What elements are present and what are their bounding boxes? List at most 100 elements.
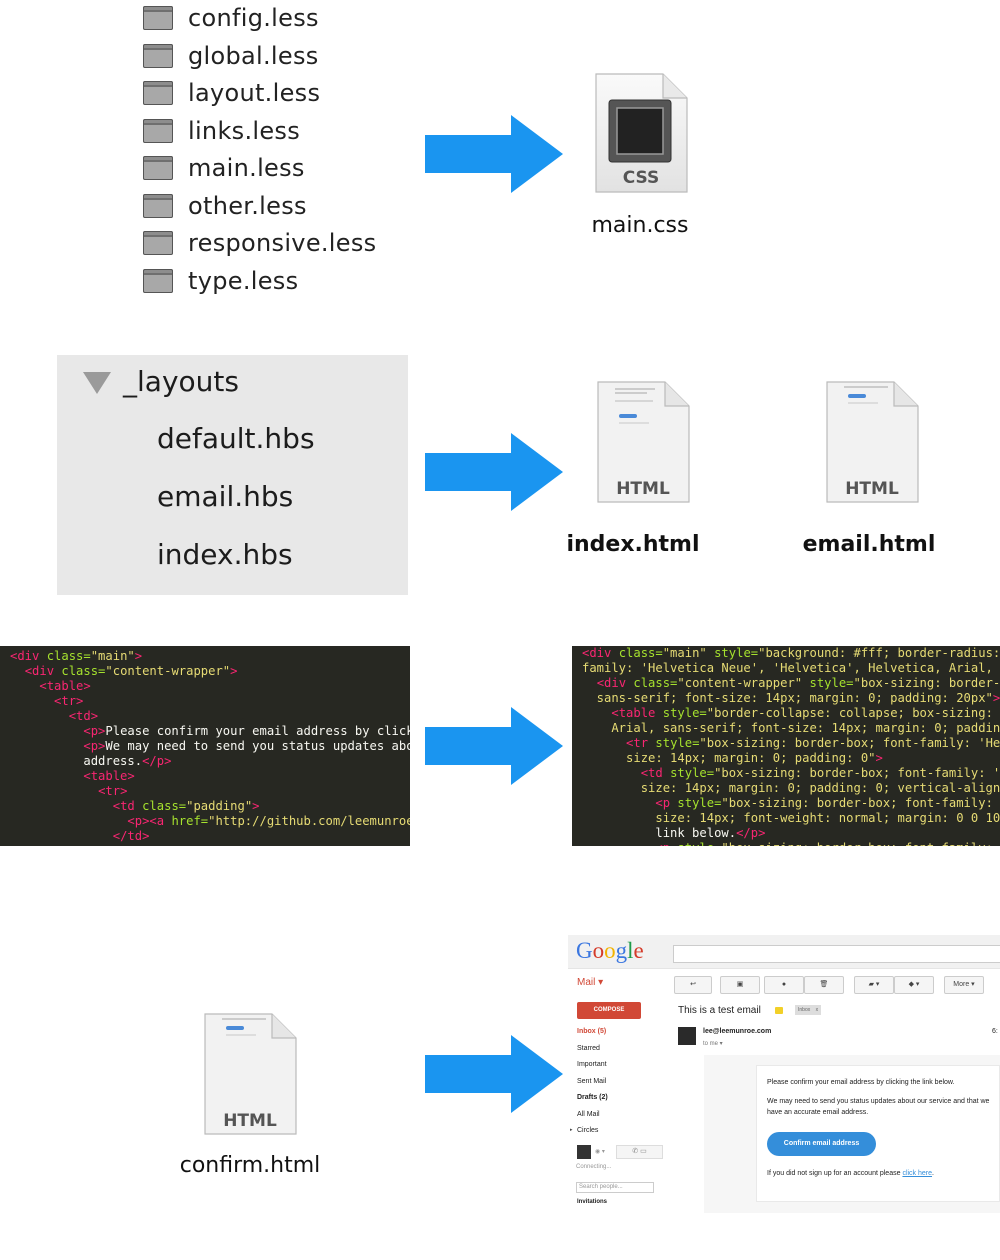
labels-button[interactable]: ◆ ▾ bbox=[894, 976, 934, 994]
less-file-item[interactable]: links.less bbox=[143, 114, 300, 148]
code-token: style= bbox=[677, 796, 722, 810]
layout-file-email[interactable]: email.hbs bbox=[157, 480, 293, 513]
less-file-item[interactable]: type.less bbox=[143, 264, 298, 298]
confirm-email-button[interactable]: Confirm email address bbox=[767, 1132, 876, 1156]
code-token: > bbox=[875, 751, 883, 765]
email-html-filename: email.html bbox=[802, 532, 936, 557]
connecting-status: Connecting... bbox=[576, 1164, 612, 1170]
important-marker-icon[interactable] bbox=[775, 1007, 783, 1014]
sender-email[interactable]: lee@leemunroe.com bbox=[703, 1028, 771, 1035]
sidebar-item-circles[interactable]: Circles bbox=[577, 1127, 598, 1134]
search-people-input[interactable]: Search people... bbox=[576, 1182, 654, 1193]
code-line: sans-serif; font-size: 14px; margin: 0; … bbox=[582, 691, 1000, 706]
layouts-folder-name[interactable]: _layouts bbox=[123, 365, 239, 398]
code-line: <tr> bbox=[10, 784, 127, 799]
to-me-dropdown[interactable]: to me ▾ bbox=[703, 1040, 723, 1047]
inbox-tag-close-icon[interactable]: x bbox=[816, 1007, 819, 1013]
code-line: <table> bbox=[10, 769, 135, 784]
code-token: > bbox=[252, 799, 260, 813]
code-token: <p><a bbox=[127, 814, 172, 828]
gmail-screenshot: Google Mail ▾ ↩ ▣ ● 🗑 ▰ ▾ ◆ ▾ More ▾ COM… bbox=[568, 935, 1000, 1215]
call-buttons[interactable]: ✆ ▭ bbox=[616, 1145, 663, 1159]
file-icon bbox=[143, 231, 173, 255]
code-token: > bbox=[230, 664, 238, 678]
invitations-label[interactable]: Invitations bbox=[577, 1199, 607, 1205]
reply-button[interactable]: ↩ bbox=[674, 976, 712, 994]
gmail-search-input[interactable] bbox=[673, 945, 1000, 963]
code-token: <tr> bbox=[54, 694, 84, 708]
sidebar-item-starred[interactable]: Starred bbox=[577, 1045, 600, 1052]
sidebar-item-important[interactable]: Important bbox=[577, 1061, 607, 1068]
report-spam-button[interactable]: ● bbox=[764, 976, 804, 994]
mail-dropdown[interactable]: Mail ▾ bbox=[577, 977, 603, 988]
sidebar-item-inbox[interactable]: Inbox (5) bbox=[577, 1028, 606, 1035]
code-token: Arial, sans-serif; font-size: 14px; marg… bbox=[582, 721, 1000, 735]
less-file-item[interactable]: config.less bbox=[143, 1, 319, 35]
code-token: </p> bbox=[142, 754, 172, 768]
less-file-item[interactable]: responsive.less bbox=[143, 226, 376, 260]
code-line: <p>Please confirm your email address by … bbox=[10, 724, 410, 739]
click-here-link[interactable]: click here bbox=[902, 1170, 932, 1177]
disclosure-triangle-icon[interactable] bbox=[83, 372, 111, 394]
code-line: <p style="box-sizing: border-box; font-f… bbox=[582, 841, 1000, 846]
file-icon bbox=[143, 81, 173, 105]
less-file-label: links.less bbox=[188, 116, 301, 145]
code-token: style= bbox=[809, 676, 854, 690]
less-file-item[interactable]: global.less bbox=[143, 39, 319, 73]
less-file-item[interactable]: layout.less bbox=[143, 76, 320, 110]
layout-file-index[interactable]: index.hbs bbox=[157, 538, 293, 571]
compose-button[interactable]: COMPOSE bbox=[577, 1002, 641, 1019]
code-token: style= bbox=[662, 706, 707, 720]
code-line: size: 14px; margin: 0; padding: 0; verti… bbox=[582, 781, 1000, 796]
code-token: "http://github.com/leemunroe" bbox=[208, 814, 410, 828]
email-paragraph-3-end: . bbox=[932, 1170, 934, 1177]
code-token: "border-collapse: collapse; box-sizing: … bbox=[706, 706, 1000, 720]
code-token: <tr bbox=[626, 736, 656, 750]
css-file-icon: CSS bbox=[593, 72, 689, 194]
delete-button[interactable]: 🗑 bbox=[804, 976, 844, 994]
code-token: <div bbox=[24, 664, 62, 678]
sidebar-item-all-mail[interactable]: All Mail bbox=[577, 1111, 600, 1118]
code-token: class= bbox=[61, 664, 106, 678]
arrow-icon bbox=[425, 433, 563, 511]
code-token: <td> bbox=[68, 709, 99, 723]
sidebar-item-drafts[interactable]: Drafts (2) bbox=[577, 1094, 608, 1101]
code-token: family: 'Helvetica Neue', 'Helvetica', H… bbox=[582, 661, 1000, 675]
inbox-tag-label: Inbox bbox=[798, 1007, 811, 1013]
sidebar-item-sent-mail[interactable]: Sent Mail bbox=[577, 1078, 606, 1085]
less-file-item[interactable]: main.less bbox=[143, 151, 305, 185]
code-token: <table> bbox=[83, 769, 135, 783]
code-token: href= bbox=[171, 814, 209, 828]
code-token: style= bbox=[714, 646, 759, 660]
more-button[interactable]: More ▾ bbox=[944, 976, 984, 994]
code-token: class= bbox=[46, 649, 91, 663]
inbox-label-tag[interactable]: Inbox x bbox=[795, 1005, 822, 1015]
status-dropdown-icon[interactable]: ◉ ▾ bbox=[595, 1148, 605, 1155]
code-token: "main" bbox=[662, 646, 715, 660]
archive-button[interactable]: ▣ bbox=[720, 976, 760, 994]
code-token: "box-sizing: border-box; font-family: 'H… bbox=[721, 796, 1000, 810]
code-line: <td style="box-sizing: border-box; font-… bbox=[582, 766, 1000, 781]
less-file-label: type.less bbox=[188, 266, 299, 295]
move-to-button[interactable]: ▰ ▾ bbox=[854, 976, 894, 994]
email-card: Please confirm your email address by cli… bbox=[756, 1065, 1000, 1202]
less-file-item[interactable]: other.less bbox=[143, 189, 307, 223]
inlined-code-panel: <div class="main" style="background: #ff… bbox=[572, 646, 1000, 846]
code-token: <p> bbox=[83, 739, 106, 753]
email-paragraph-3: If you did not sign up for an account pl… bbox=[767, 1170, 1000, 1177]
file-icon bbox=[143, 6, 173, 30]
code-line: <div class="main"> bbox=[10, 649, 142, 664]
email-paragraph-3-text: If you did not sign up for an account pl… bbox=[767, 1170, 903, 1177]
expand-arrow-icon[interactable]: ▸ bbox=[570, 1127, 573, 1133]
avatar[interactable] bbox=[577, 1145, 591, 1159]
code-token: Please confirm your email address by cli… bbox=[105, 724, 410, 738]
code-token: class= bbox=[633, 676, 678, 690]
code-token: style= bbox=[655, 736, 700, 750]
layout-file-default[interactable]: default.hbs bbox=[157, 422, 315, 455]
